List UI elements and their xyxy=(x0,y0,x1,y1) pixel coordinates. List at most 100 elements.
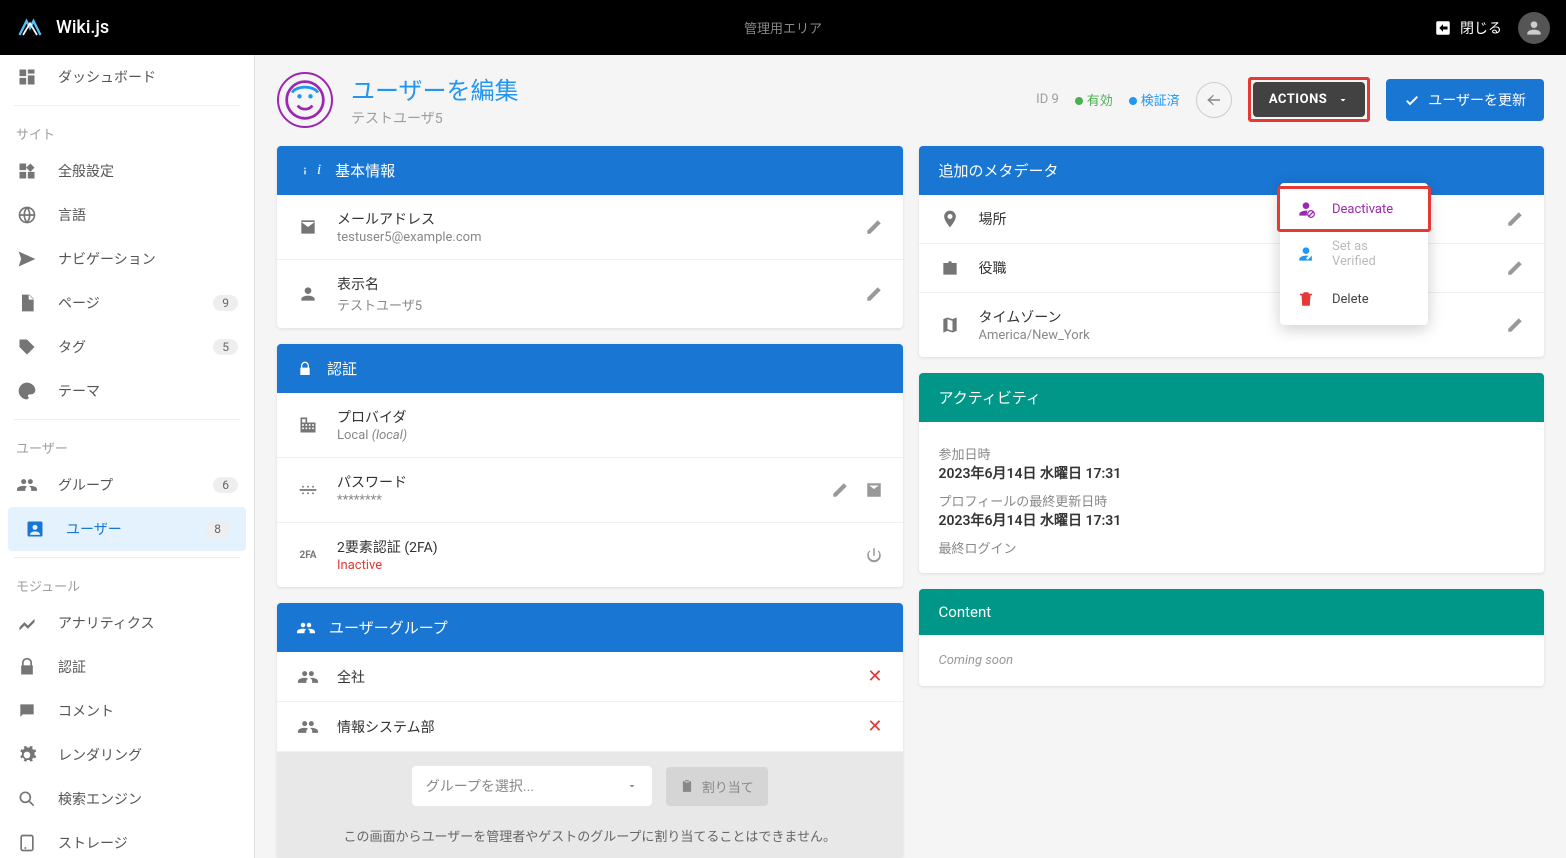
actions-button[interactable]: ACTIONS xyxy=(1253,82,1365,117)
tfa-badge-icon: 2FA xyxy=(297,550,319,561)
search-engine-icon xyxy=(16,788,38,810)
activity-card: アクティビティ 参加日時 2023年6月14日 水曜日 17:31 プロフィール… xyxy=(919,373,1545,573)
basic-info-header: i基本情報 xyxy=(277,146,903,195)
tfa-power-button[interactable] xyxy=(865,546,883,564)
sidebar-item-users[interactable]: ユーザー8 xyxy=(8,507,246,551)
chevron-down-icon xyxy=(626,780,638,792)
sidebar-item-dashboard[interactable]: ダッシュボード xyxy=(0,55,254,99)
groups-count-badge: 6 xyxy=(213,477,238,493)
provider-row: プロバイダLocal (local) xyxy=(277,393,903,458)
sidebar-item-locale[interactable]: 言語 xyxy=(0,193,254,237)
sidebar-item-groups[interactable]: グループ6 xyxy=(0,463,254,507)
remove-group-0-button[interactable]: ✕ xyxy=(867,666,882,687)
pencil-icon xyxy=(865,285,883,303)
remove-group-1-button[interactable]: ✕ xyxy=(867,716,882,737)
person-icon xyxy=(297,284,319,304)
edit-timezone-button[interactable] xyxy=(1506,316,1524,334)
power-icon xyxy=(865,546,883,564)
edit-password-button[interactable] xyxy=(831,481,849,499)
widgets-icon xyxy=(16,160,38,182)
sidebar-item-rendering[interactable]: レンダリング xyxy=(0,733,254,777)
pencil-icon xyxy=(831,481,849,499)
tags-count-badge: 5 xyxy=(213,339,238,355)
sidebar-item-analytics[interactable]: アナリティクス xyxy=(0,601,254,645)
sidebar-item-theme[interactable]: テーマ xyxy=(0,369,254,413)
edit-location-button[interactable] xyxy=(1506,210,1524,228)
edit-email-button[interactable] xyxy=(865,218,883,236)
page-icon xyxy=(16,292,38,314)
info-icon xyxy=(297,163,313,179)
sidebar-item-general[interactable]: 全般設定 xyxy=(0,149,254,193)
pencil-icon xyxy=(1506,210,1524,228)
sidebar-item-storage[interactable]: ストレージ xyxy=(0,821,254,858)
actions-button-highlight: ACTIONS xyxy=(1248,77,1370,122)
page-subtitle: テストユーザ5 xyxy=(351,108,519,128)
group-select[interactable]: グループを選択... xyxy=(412,766,652,806)
close-button[interactable]: 閉じる xyxy=(1434,18,1502,38)
tfa-row: 2FA 2要素認証 (2FA)Inactive xyxy=(277,523,903,587)
app-name: Wiki.js xyxy=(56,17,109,38)
logo[interactable]: Wiki.js xyxy=(16,14,109,42)
job-row: 役職 xyxy=(919,244,1545,293)
face-icon xyxy=(283,78,327,122)
trash-icon xyxy=(1296,289,1316,309)
briefcase-icon xyxy=(939,258,961,278)
group-row-1: 情報システム部 ✕ xyxy=(277,702,903,752)
dropdown-item-deactivate[interactable]: Deactivate xyxy=(1277,186,1431,232)
sidebar-item-comments[interactable]: コメント xyxy=(0,689,254,733)
location-icon xyxy=(939,209,961,229)
assign-group-button[interactable]: 割り当て xyxy=(666,767,768,806)
location-row: 場所 xyxy=(919,195,1545,244)
metadata-card: 追加のメタデータ 場所 役職 タイムゾーンAmerica/New_York xyxy=(919,146,1545,357)
navigation-icon xyxy=(16,248,38,270)
status-active: 有効 xyxy=(1075,90,1113,109)
page-header: ユーザーを編集 テストユーザ5 ID 9 有効 検証済 ACTIONS ユーザー… xyxy=(277,71,1544,128)
dropdown-item-verified[interactable]: Set as Verified xyxy=(1280,229,1428,279)
lock-icon xyxy=(16,656,38,678)
tag-icon xyxy=(16,336,38,358)
sidebar-item-search[interactable]: 検索エンジン xyxy=(0,777,254,821)
check-icon xyxy=(1404,92,1420,108)
lock-icon xyxy=(297,361,313,377)
edit-job-button[interactable] xyxy=(1506,259,1524,277)
content-card: Content Coming soon xyxy=(919,589,1545,686)
edit-name-button[interactable] xyxy=(865,285,883,303)
password-row: パスワード******** xyxy=(277,458,903,523)
chevron-down-icon xyxy=(1337,94,1349,106)
page-title: ユーザーを編集 xyxy=(351,71,519,106)
auth-header: 認証 xyxy=(277,344,903,393)
sidebar-item-navigation[interactable]: ナビゲーション xyxy=(0,237,254,281)
globe-icon xyxy=(16,204,38,226)
arrow-left-icon xyxy=(1205,91,1223,109)
person-cancel-icon xyxy=(1296,199,1316,219)
groups-icon xyxy=(16,474,38,496)
dashboard-icon xyxy=(16,66,38,88)
sidebar-item-pages[interactable]: ページ9 xyxy=(0,281,254,325)
send-password-button[interactable] xyxy=(865,481,883,499)
email-icon xyxy=(297,217,319,237)
clipboard-icon xyxy=(680,779,694,793)
timezone-row: タイムゾーンAmerica/New_York xyxy=(919,293,1545,357)
exit-icon xyxy=(1434,19,1452,37)
login-label: 最終ログイン xyxy=(939,538,1525,557)
user-avatar[interactable] xyxy=(1518,12,1550,44)
email-row: メールアドレスtestuser5@example.com xyxy=(277,195,903,260)
joined-value: 2023年6月14日 水曜日 17:31 xyxy=(939,463,1525,483)
person-check-icon xyxy=(1296,244,1316,264)
content-header: Content xyxy=(919,589,1545,635)
back-button[interactable] xyxy=(1196,82,1232,118)
joined-label: 参加日時 xyxy=(939,444,1525,463)
groups-card: ユーザーグループ 全社 ✕ 情報システム部 ✕ グループを選択... 割り当て xyxy=(277,603,903,858)
dropdown-item-delete[interactable]: Delete xyxy=(1280,279,1428,319)
group-row-0: 全社 ✕ xyxy=(277,652,903,702)
map-icon xyxy=(939,315,961,335)
sidebar-item-tags[interactable]: タグ5 xyxy=(0,325,254,369)
group-note: この画面からユーザーを管理者やゲストのグループに割り当てることはできません。 xyxy=(277,820,903,858)
user-avatar-large xyxy=(277,72,333,128)
update-user-button[interactable]: ユーザーを更新 xyxy=(1386,79,1544,121)
updated-label: プロフィールの最終更新日時 xyxy=(939,491,1525,510)
pencil-icon xyxy=(865,218,883,236)
sidebar-head-site: サイト xyxy=(0,112,254,149)
sidebar-item-auth[interactable]: 認証 xyxy=(0,645,254,689)
main-content: ユーザーを編集 テストユーザ5 ID 9 有効 検証済 ACTIONS ユーザー… xyxy=(255,55,1566,858)
